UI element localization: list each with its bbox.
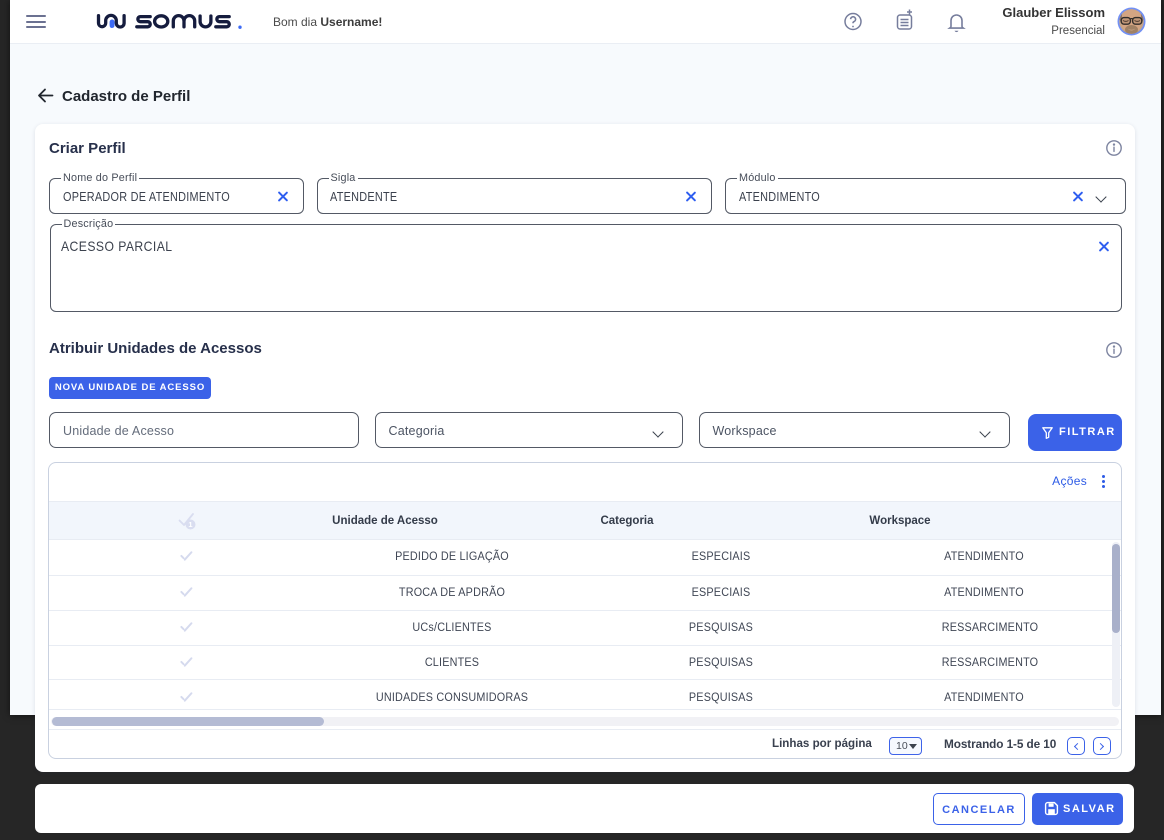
svg-text:1: 1	[188, 520, 192, 529]
